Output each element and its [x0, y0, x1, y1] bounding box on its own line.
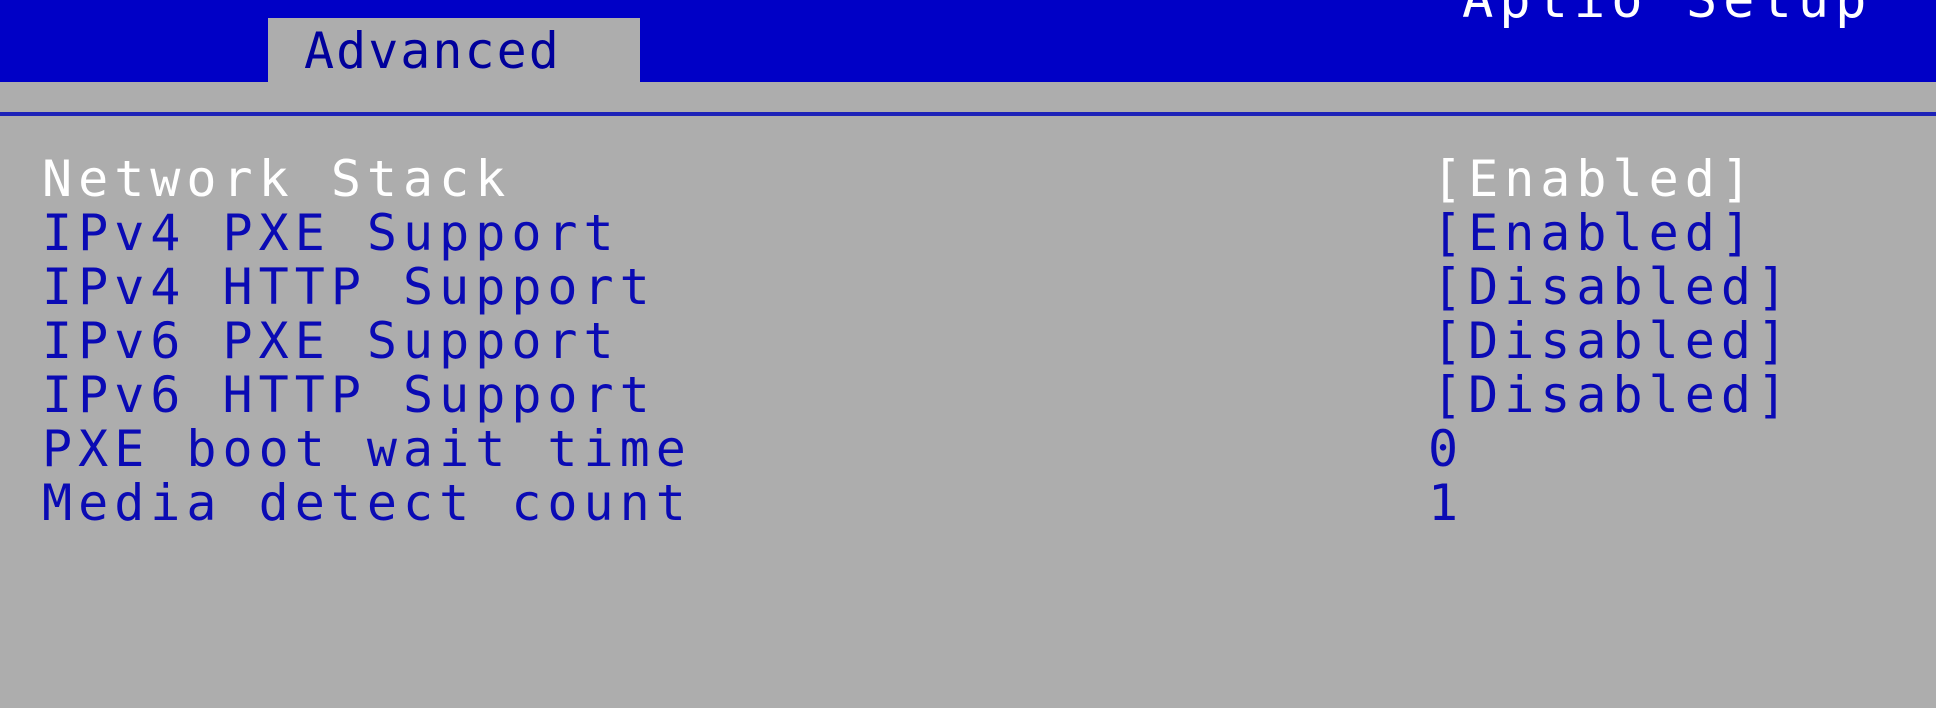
setting-label: IPv6 HTTP Support: [42, 366, 656, 424]
setting-value-dropdown[interactable]: [Enabled]: [1432, 150, 1757, 208]
setting-label: Network Stack: [42, 150, 512, 208]
header-divider: [0, 112, 1936, 116]
setting-label: Media detect count: [42, 474, 692, 532]
setting-value-input[interactable]: 1: [1428, 474, 1464, 532]
setting-value-dropdown[interactable]: [Disabled]: [1432, 258, 1793, 316]
setting-label: IPv4 PXE Support: [42, 204, 620, 262]
setting-label: IPv6 PXE Support: [42, 312, 620, 370]
header-bar: Aptio Setup Advanced: [0, 0, 1936, 82]
app-title: Aptio Setup: [1462, 0, 1873, 30]
setting-media-detect-count[interactable]: Media detect count 1: [0, 474, 1936, 540]
setting-value-dropdown[interactable]: [Disabled]: [1432, 366, 1793, 424]
setting-label: IPv4 HTTP Support: [42, 258, 656, 316]
setting-value-input[interactable]: 0: [1428, 420, 1464, 478]
setting-label: PXE boot wait time: [42, 420, 692, 478]
setting-value-dropdown[interactable]: [Enabled]: [1432, 204, 1757, 262]
tab-advanced-label: Advanced: [304, 22, 561, 80]
tab-advanced[interactable]: Advanced: [268, 18, 640, 82]
setting-value-dropdown[interactable]: [Disabled]: [1432, 312, 1793, 370]
